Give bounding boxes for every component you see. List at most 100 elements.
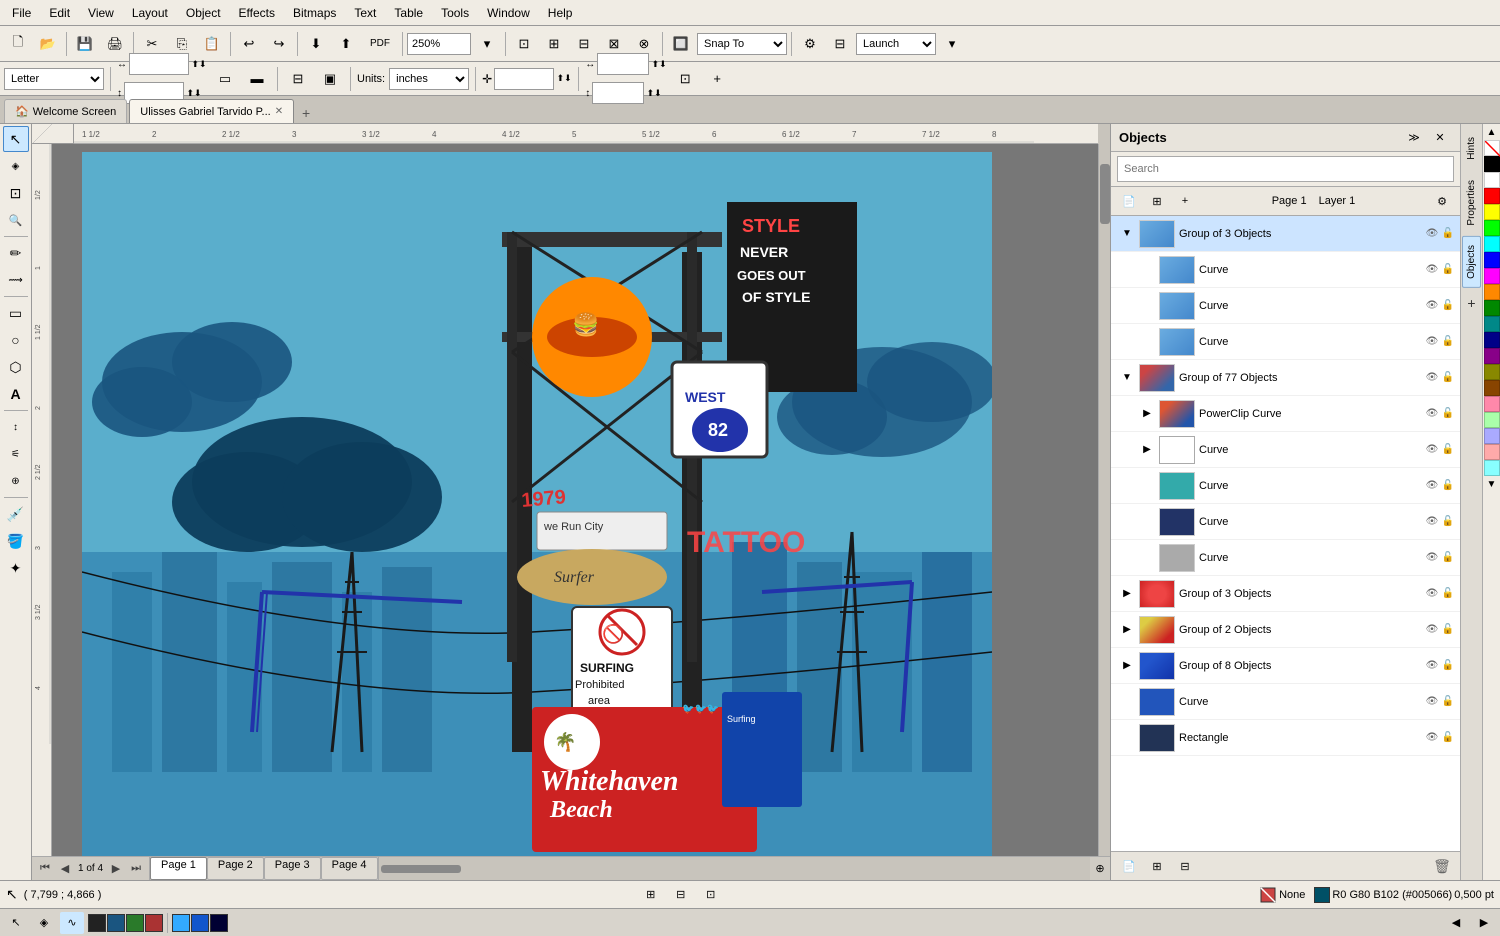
tree-item[interactable]: ▶Group of 2 Objects👁🔓 — [1111, 612, 1460, 648]
select-tool[interactable]: ↖ — [3, 126, 29, 152]
new-layer-btn[interactable]: + — [1173, 190, 1197, 212]
visibility-btn[interactable]: 👁 — [1424, 370, 1440, 386]
chip-lightblue[interactable] — [172, 914, 190, 932]
visibility-btn[interactable]: 👁 — [1424, 262, 1440, 278]
layer-stack-btn[interactable]: ⊞ — [1145, 190, 1169, 212]
snap-to-grid-btn[interactable]: ⊞ — [639, 884, 663, 906]
visibility-btn[interactable]: 👁 — [1424, 658, 1440, 674]
launch-dropdown[interactable]: Launch — [856, 33, 936, 55]
vertical-scrollbar[interactable] — [1098, 144, 1110, 856]
zoom-tool[interactable]: 🔍 — [3, 207, 29, 233]
last-page-btn[interactable]: ⏭ — [127, 860, 145, 878]
launch-arrow[interactable]: ▾ — [938, 30, 966, 58]
tree-expand-btn[interactable]: ▶ — [1119, 658, 1135, 674]
chip-darkblue[interactable] — [107, 914, 125, 932]
shape-tool[interactable]: ◈ — [3, 153, 29, 179]
add-page-btn[interactable]: + — [703, 65, 731, 93]
visibility-btn[interactable]: 👁 — [1424, 298, 1440, 314]
page-options-btn[interactable]: ⊟ — [284, 65, 312, 93]
properties-tab[interactable]: Properties — [1462, 171, 1481, 235]
palette-scroll-down[interactable]: ▼ — [1487, 476, 1497, 492]
color-white[interactable] — [1484, 172, 1500, 188]
color-darkgreen[interactable] — [1484, 300, 1500, 316]
units-dropdown[interactable]: inches — [389, 68, 469, 90]
bt-node-btn[interactable]: ◈ — [32, 912, 56, 934]
chip-blue[interactable] — [191, 914, 209, 932]
v-scroll-thumb[interactable] — [1100, 164, 1110, 224]
snap-to-objects-btn[interactable]: ⊡ — [699, 884, 723, 906]
lock-btn[interactable]: 🔓 — [1440, 442, 1456, 458]
tree-item[interactable]: ▶PowerClip Curve👁🔓 — [1111, 396, 1460, 432]
bt-curve-btn[interactable]: ∿ — [60, 912, 84, 934]
color-lightred[interactable] — [1484, 444, 1500, 460]
menu-help[interactable]: Help — [540, 4, 581, 22]
add-tab-button[interactable]: + — [296, 103, 316, 123]
chip-darkgreen[interactable] — [126, 914, 144, 932]
lock-btn[interactable]: 🔓 — [1440, 298, 1456, 314]
zoom-to-page[interactable]: ⊡ — [510, 30, 538, 58]
x-offset-input[interactable]: 0,25 " — [597, 53, 649, 75]
bt-options-btn1[interactable]: ◀ — [1444, 912, 1468, 934]
menu-tools[interactable]: Tools — [433, 4, 477, 22]
tree-item[interactable]: Curve👁🔓 — [1111, 252, 1460, 288]
obj-ungroup-icon[interactable]: ⊟ — [1173, 855, 1197, 877]
color-lightgreen[interactable] — [1484, 412, 1500, 428]
menu-view[interactable]: View — [80, 4, 122, 22]
page-tab-2[interactable]: Page 2 — [207, 857, 264, 880]
page-icon-btn[interactable]: 📄 — [1117, 190, 1141, 212]
horizontal-scrollbar[interactable] — [378, 857, 1090, 880]
y-offset-stepper[interactable]: ⬆⬇ — [646, 79, 662, 107]
parallel-dim-tool[interactable]: ↕ — [3, 414, 29, 440]
tree-item[interactable]: Curve👁🔓 — [1111, 324, 1460, 360]
tree-expand-btn[interactable]: ▶ — [1139, 442, 1155, 458]
menu-effects[interactable]: Effects — [231, 4, 283, 22]
tree-item[interactable]: ▶Group of 3 Objects👁🔓 — [1111, 576, 1460, 612]
connector-tool[interactable]: ⚟ — [3, 441, 29, 467]
menu-edit[interactable]: Edit — [41, 4, 78, 22]
rect-tool[interactable]: ▭ — [3, 300, 29, 326]
obj-new-layer-icon[interactable]: 📄 — [1117, 855, 1141, 877]
tree-expand-btn[interactable]: ▶ — [1119, 622, 1135, 638]
snap-dropdown[interactable]: Snap To — [697, 33, 787, 55]
color-none[interactable] — [1484, 140, 1500, 156]
interactive-tool[interactable]: ✦ — [3, 555, 29, 581]
color-olive[interactable] — [1484, 364, 1500, 380]
color-brown[interactable] — [1484, 380, 1500, 396]
tree-item[interactable]: ▶Group of 8 Objects👁🔓 — [1111, 648, 1460, 684]
page-tab-3[interactable]: Page 3 — [264, 857, 321, 880]
home-tab[interactable]: 🏠 Welcome Screen — [4, 99, 127, 123]
lock-btn[interactable]: 🔓 — [1440, 262, 1456, 278]
panel-expand-btn[interactable]: ≫ — [1402, 127, 1426, 149]
bt-select-btn[interactable]: ↖ — [4, 912, 28, 934]
tree-item[interactable]: Rectangle👁🔓 — [1111, 720, 1460, 756]
objects-sidebar-tab[interactable]: Objects — [1462, 236, 1481, 288]
landscape-btn[interactable]: ▬ — [243, 65, 271, 93]
visibility-btn[interactable]: 👁 — [1424, 334, 1440, 350]
tree-item[interactable]: ▼Group of 3 Objects👁🔓 — [1111, 216, 1460, 252]
tree-item[interactable]: ▶Curve👁🔓 — [1111, 432, 1460, 468]
crop-tool[interactable]: ⊡ — [3, 180, 29, 206]
menu-object[interactable]: Object — [178, 4, 229, 22]
lock-btn[interactable]: 🔓 — [1440, 478, 1456, 494]
menu-file[interactable]: File — [4, 4, 39, 22]
menu-window[interactable]: Window — [479, 4, 538, 22]
visibility-btn[interactable]: 👁 — [1424, 406, 1440, 422]
new-button[interactable]: 🗋 — [4, 30, 32, 58]
next-page-btn[interactable]: ▶ — [107, 860, 125, 878]
doc-width-input[interactable]: 11,0 " — [129, 53, 189, 75]
snap-to-guides-btn[interactable]: ⊟ — [669, 884, 693, 906]
tree-item[interactable]: Curve👁🔓 — [1111, 468, 1460, 504]
options-gear[interactable]: ⚙ — [796, 30, 824, 58]
tab-close-button[interactable]: ✕ — [275, 106, 283, 117]
color-black[interactable] — [1484, 156, 1500, 172]
color-darkblue[interactable] — [1484, 332, 1500, 348]
tree-expand-btn[interactable]: ▼ — [1119, 226, 1135, 242]
prev-page-btn[interactable]: ◀ — [56, 860, 74, 878]
color-pink[interactable] — [1484, 396, 1500, 412]
visibility-btn[interactable]: 👁 — [1424, 550, 1440, 566]
menu-bitmaps[interactable]: Bitmaps — [285, 4, 344, 22]
color-blue[interactable] — [1484, 252, 1500, 268]
color-magenta[interactable] — [1484, 268, 1500, 284]
document-canvas[interactable]: STYLE NEVER GOES OUT OF STYLE 🍔 WEST 82 — [82, 152, 992, 856]
lock-btn[interactable]: 🔓 — [1440, 730, 1456, 746]
